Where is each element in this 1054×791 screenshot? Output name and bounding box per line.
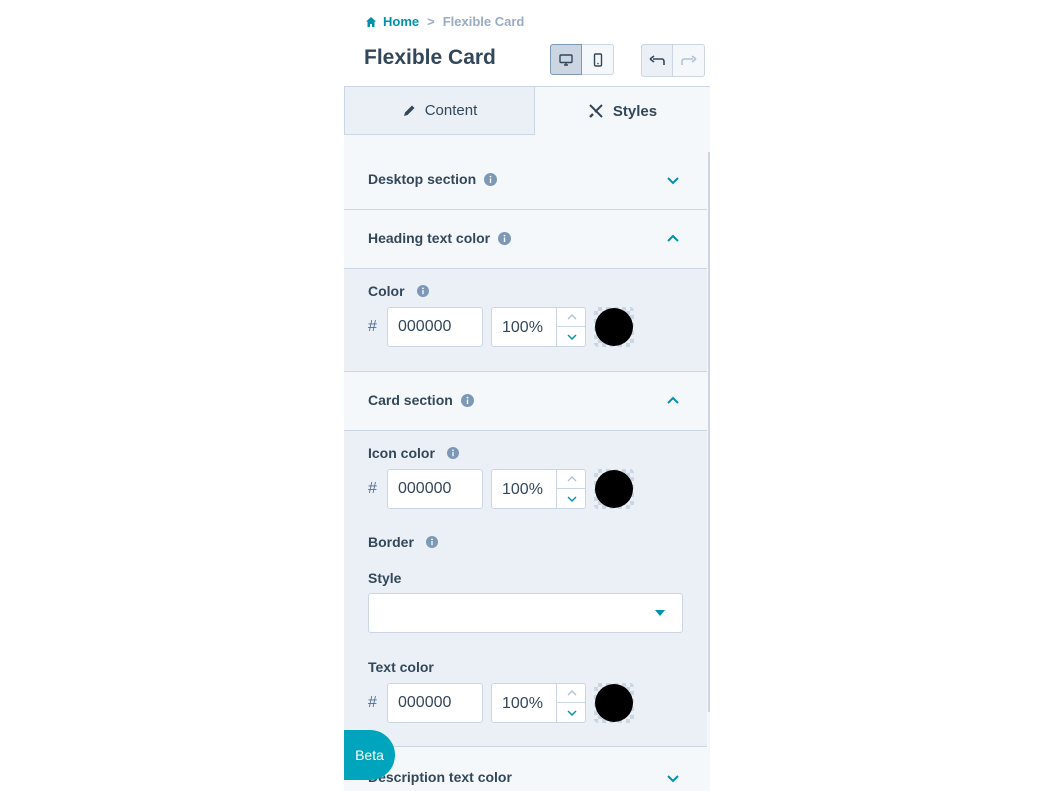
style-label: Style <box>368 570 402 586</box>
desktop-section-header[interactable]: Desktop section <box>344 151 707 210</box>
increment-button[interactable] <box>557 684 586 703</box>
redo-icon <box>680 54 696 65</box>
chevron-down-icon <box>567 334 576 340</box>
info-icon[interactable] <box>460 393 474 407</box>
decrement-button[interactable] <box>557 327 586 346</box>
mobile-icon <box>593 52 602 67</box>
opacity-value: 100% <box>502 319 543 336</box>
text-color-swatch[interactable] <box>594 683 634 723</box>
heading-color-section-header[interactable]: Heading text color <box>344 210 707 269</box>
hash-prefix: # <box>368 694 377 711</box>
hash-prefix: # <box>368 480 377 497</box>
editor-tabs: Content Styles <box>344 86 710 135</box>
desktop-icon <box>559 53 573 66</box>
card-section-body: Icon color # 100% Border <box>344 431 707 747</box>
heading-opacity-stepper[interactable]: 100% <box>491 307 586 347</box>
chevron-down-icon <box>567 496 576 502</box>
decrement-button[interactable] <box>557 703 586 722</box>
color-label: Color <box>368 283 405 299</box>
info-icon[interactable] <box>446 446 460 460</box>
icon-hex-input[interactable] <box>387 469 483 509</box>
increment-button[interactable] <box>557 308 586 327</box>
chevron-up-icon <box>567 476 576 482</box>
icon-color-swatch[interactable] <box>594 469 634 509</box>
text-color-label: Text color <box>368 659 434 675</box>
chevron-up-icon[interactable] <box>666 232 680 246</box>
beta-button[interactable]: Beta <box>344 730 395 780</box>
history-controls <box>641 44 705 77</box>
info-icon[interactable] <box>484 172 498 186</box>
heading-color-section-body: Color # 100% <box>344 269 707 372</box>
heading-color-swatch[interactable] <box>594 307 634 347</box>
info-icon[interactable] <box>498 231 512 245</box>
color-swatch-fill <box>595 684 633 722</box>
color-swatch-fill <box>595 308 633 346</box>
opacity-value: 100% <box>502 695 543 712</box>
style-editor-panel: Home > Flexible Card Flexible Card Conte… <box>344 0 710 791</box>
chevron-up-icon[interactable] <box>666 394 680 408</box>
hash-prefix: # <box>368 318 377 335</box>
chevron-down-icon[interactable] <box>666 173 680 187</box>
heading-color-section-label: Heading text color <box>368 230 491 246</box>
device-toggle <box>550 44 614 75</box>
breadcrumb-separator: > <box>427 14 435 29</box>
pencil-icon <box>403 105 415 116</box>
heading-hex-input[interactable] <box>387 307 483 347</box>
opacity-value: 100% <box>502 481 543 498</box>
styles-scroll-area[interactable]: Desktop section Heading text color Color <box>344 135 710 791</box>
chevron-up-icon <box>567 690 576 696</box>
home-icon <box>365 16 377 28</box>
border-style-select[interactable] <box>368 593 683 633</box>
decrement-button[interactable] <box>557 489 586 508</box>
tab-styles-label: Styles <box>612 102 658 120</box>
redo-button[interactable] <box>673 44 705 77</box>
paint-tools-icon <box>589 104 603 118</box>
scrollbar[interactable] <box>708 152 710 712</box>
chevron-down-icon <box>567 710 576 716</box>
tab-styles[interactable]: Styles <box>535 86 710 135</box>
title-row: Flexible Card <box>364 44 705 77</box>
text-opacity-stepper[interactable]: 100% <box>491 683 586 723</box>
breadcrumb-current: Flexible Card <box>442 14 525 29</box>
breadcrumb-home-link[interactable]: Home <box>383 14 419 29</box>
border-label: Border <box>368 534 414 550</box>
description-color-section-label: Description text color <box>368 769 512 785</box>
color-swatch-fill <box>595 470 633 508</box>
increment-button[interactable] <box>557 470 586 489</box>
card-section-header[interactable]: Card section <box>344 372 707 431</box>
tab-content-label: Content <box>424 102 478 119</box>
text-hex-input[interactable] <box>387 683 483 723</box>
card-section-label: Card section <box>368 392 453 408</box>
undo-icon <box>649 54 665 65</box>
chevron-up-icon <box>567 314 576 320</box>
info-icon[interactable] <box>425 535 439 549</box>
undo-button[interactable] <box>641 44 673 77</box>
icon-color-label: Icon color <box>368 445 435 461</box>
chevron-down-icon[interactable] <box>666 771 680 785</box>
tab-content[interactable]: Content <box>344 86 535 135</box>
desktop-section-label: Desktop section <box>368 171 477 187</box>
icon-opacity-stepper[interactable]: 100% <box>491 469 586 509</box>
info-icon[interactable] <box>416 284 430 298</box>
page-title: Flexible Card <box>364 46 496 69</box>
mobile-view-button[interactable] <box>582 44 614 75</box>
caret-down-icon <box>655 610 665 616</box>
breadcrumb: Home > Flexible Card <box>365 14 524 29</box>
desktop-view-button[interactable] <box>550 44 582 75</box>
description-color-section-header[interactable]: Description text color <box>344 747 707 791</box>
